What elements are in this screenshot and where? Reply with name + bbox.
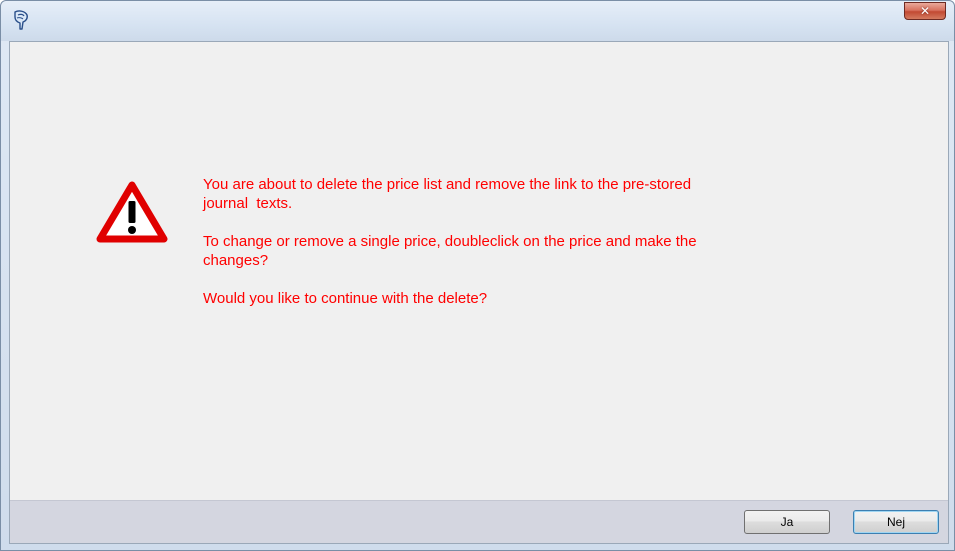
warning-triangle-icon [96, 180, 168, 244]
message-paragraph-delete-warning: You are about to delete the price list a… [203, 176, 692, 212]
no-button[interactable]: Nej [853, 510, 939, 534]
yes-button[interactable]: Ja [744, 510, 830, 534]
button-bar: Ja Nej [10, 500, 948, 543]
dialog-client-area: You are about to delete the price list a… [9, 41, 949, 544]
message-panel: You are about to delete the price list a… [10, 42, 948, 500]
confirmation-message: You are about to delete the price list a… [203, 175, 843, 327]
close-button[interactable]: ✕ [904, 2, 946, 20]
title-bar[interactable]: ✕ [1, 1, 954, 41]
app-logo-icon [11, 9, 31, 31]
message-paragraph-question: Would you like to continue with the dele… [203, 290, 488, 307]
dialog-window: ✕ You are about to delete the price list… [0, 0, 955, 551]
close-icon: ✕ [919, 4, 931, 18]
message-paragraph-edit-hint: To change or remove a single price, doub… [203, 233, 697, 269]
